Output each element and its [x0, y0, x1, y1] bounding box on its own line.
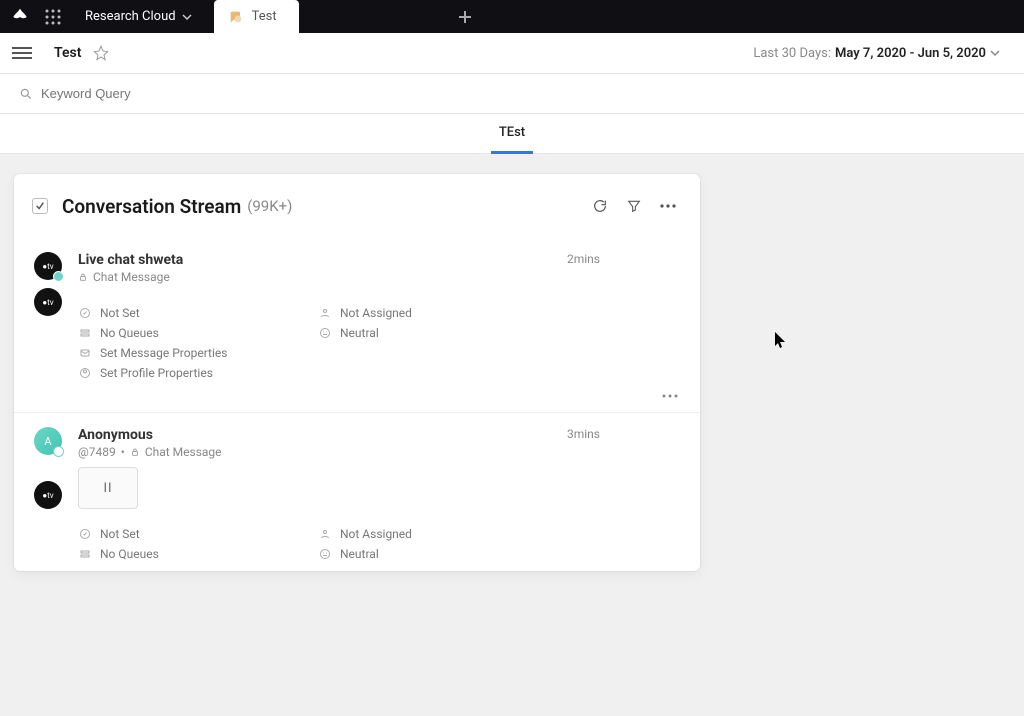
view-tabs: TEst [0, 114, 1024, 154]
status-icon [78, 528, 92, 540]
sentiment-value: Neutral [340, 326, 379, 340]
date-range-prefix: Last 30 Days: [753, 46, 831, 61]
profile-properties-icon [78, 367, 92, 379]
secondary-avatar: ●tv [34, 288, 62, 316]
assignment-icon [318, 307, 332, 319]
card-header: Conversation Stream (99K+) [14, 174, 700, 238]
filter-button[interactable] [620, 192, 648, 220]
lock-icon [78, 272, 88, 282]
chat-bubble-icon [228, 9, 244, 25]
search-icon [19, 87, 33, 101]
attachment-label: II [103, 481, 112, 496]
conversation-item[interactable]: A ●tv Anonymous @7489 • Chat Message II … [14, 413, 700, 571]
queue-icon [78, 548, 92, 560]
tab-label: Test [252, 9, 277, 24]
select-all-checkbox[interactable] [32, 198, 48, 214]
tab-active[interactable]: Test [214, 0, 299, 33]
queue-value: No Queues [100, 547, 159, 561]
item-handle: @7489 [78, 445, 116, 459]
avatar: A [34, 427, 62, 455]
card-title: Conversation Stream [62, 195, 241, 218]
refresh-button[interactable] [586, 192, 614, 220]
workspace-label: Research Cloud [85, 9, 176, 24]
apps-grid-icon[interactable] [41, 5, 65, 29]
query-box[interactable] [12, 81, 208, 106]
item-type: Chat Message [93, 270, 170, 284]
view-tab-active[interactable]: TEst [491, 114, 533, 154]
attachment-thumbnail[interactable]: II [78, 467, 138, 509]
favorite-star-icon[interactable] [93, 45, 109, 61]
brand-logo-icon [6, 3, 33, 30]
profile-properties-link[interactable]: Set Profile Properties [100, 366, 213, 380]
menu-icon[interactable] [12, 43, 32, 63]
keyword-query-input[interactable] [41, 86, 201, 101]
view-tab-label: TEst [499, 125, 525, 140]
avatar: ●tv [34, 252, 62, 280]
top-bar: Research Cloud Test [0, 0, 1024, 33]
card-count: (99K+) [247, 197, 292, 215]
chevron-down-icon [182, 12, 192, 22]
sub-bar: Test Last 30 Days: May 7, 2020 - Jun 5, … [0, 33, 1024, 74]
date-range-picker[interactable]: Last 30 Days: May 7, 2020 - Jun 5, 2020 [753, 46, 1000, 61]
assignment-value: Not Assigned [340, 306, 412, 320]
chevron-down-icon [990, 48, 1000, 58]
item-time: 2mins [567, 252, 600, 266]
add-tab-button[interactable] [449, 1, 481, 33]
status-icon [78, 307, 92, 319]
status-value: Not Set [100, 306, 140, 320]
canvas: Conversation Stream (99K+) ●tv ●tv Live … [0, 154, 1024, 571]
message-properties-link[interactable]: Set Message Properties [100, 346, 227, 360]
workspace-selector[interactable]: Research Cloud [85, 9, 192, 24]
conversation-item[interactable]: ●tv ●tv Live chat shweta Chat Message No… [14, 238, 700, 413]
status-value: Not Set [100, 527, 140, 541]
sentiment-value: Neutral [340, 547, 379, 561]
more-options-button[interactable] [654, 192, 682, 220]
item-type: Chat Message [145, 445, 222, 459]
secondary-avatar: ●tv [34, 481, 62, 509]
queue-icon [78, 327, 92, 339]
assignment-icon [318, 528, 332, 540]
query-bar [0, 74, 1024, 114]
item-more-button[interactable] [658, 390, 682, 402]
conversation-stream-card: Conversation Stream (99K+) ●tv ●tv Live … [14, 174, 700, 571]
sentiment-icon [318, 548, 332, 560]
assignment-value: Not Assigned [340, 527, 412, 541]
queue-value: No Queues [100, 326, 159, 340]
lock-icon [130, 447, 140, 457]
date-range-value: May 7, 2020 - Jun 5, 2020 [835, 46, 986, 61]
page-title: Test [54, 45, 81, 61]
item-time: 3mins [567, 427, 600, 441]
message-properties-icon [78, 347, 92, 359]
sentiment-icon [318, 327, 332, 339]
